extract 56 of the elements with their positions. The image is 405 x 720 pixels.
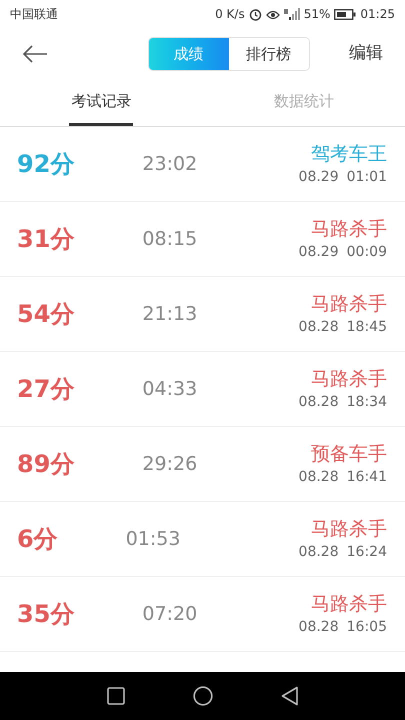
clock-time: 01:25 <box>360 6 395 23</box>
edit-button[interactable]: 编辑 <box>349 41 383 67</box>
duration: 07:20 <box>142 602 198 627</box>
score: 6分 <box>17 524 58 555</box>
eye-icon <box>266 8 280 20</box>
record-row[interactable]: 27分 04:33 马路杀手 08.28 18:34 <box>0 352 405 427</box>
record-row[interactable]: 89分 29:26 预备车手 08.28 16:41 <box>0 427 405 502</box>
record-date: 08.29 <box>298 168 339 186</box>
record-time: 16:41 <box>346 468 387 486</box>
alarm-icon <box>248 8 262 20</box>
back-arrow-icon[interactable] <box>22 45 48 63</box>
recent-apps-icon[interactable] <box>106 687 124 705</box>
rank-title: 驾考车王 <box>311 142 387 166</box>
record-date: 08.28 <box>298 542 339 562</box>
record-date: 08.28 <box>298 392 339 412</box>
battery-icon <box>334 8 356 20</box>
score: 31分 <box>17 224 74 255</box>
home-icon[interactable] <box>192 686 212 706</box>
signal-icon <box>284 8 300 20</box>
record-time: 01:01 <box>346 168 387 186</box>
battery-percent: 51% <box>304 6 330 23</box>
duration: 21:13 <box>142 302 198 327</box>
record-time: 16:05 <box>346 618 387 636</box>
rank-title: 马路杀手 <box>311 516 387 542</box>
record-row[interactable]: 6分 01:53 马路杀手 08.28 16:24 <box>0 502 405 577</box>
carrier-name: 中国联通 <box>10 6 58 23</box>
score: 35分 <box>17 599 74 630</box>
duration: 29:26 <box>142 452 198 477</box>
record-date: 08.28 <box>298 618 339 636</box>
record-row[interactable]: 31分 08:15 马路杀手 08.29 00:09 <box>0 202 405 277</box>
rank-title: 预备车手 <box>311 442 387 466</box>
record-date: 08.28 <box>298 468 339 486</box>
record-time: 18:34 <box>346 392 387 412</box>
duration: 23:02 <box>142 152 198 177</box>
record-row[interactable]: 35分 07:20 马路杀手 08.28 16:05 <box>0 577 405 652</box>
tab[interactable]: 考试记录 <box>69 80 134 126</box>
rank-title: 马路杀手 <box>311 592 387 616</box>
duration: 01:53 <box>126 526 180 552</box>
rank-title: 马路杀手 <box>311 292 387 316</box>
duration: 08:15 <box>142 226 198 252</box>
rank-title: 马路杀手 <box>311 216 387 242</box>
rank-title: 马路杀手 <box>311 366 387 392</box>
record-time: 00:09 <box>346 242 387 262</box>
record-time: 16:24 <box>346 542 387 562</box>
record-time: 18:45 <box>346 318 387 336</box>
score: 92分 <box>17 149 74 180</box>
score: 89分 <box>17 449 74 480</box>
record-date: 08.28 <box>298 318 339 336</box>
back-icon[interactable] <box>280 686 298 706</box>
duration: 04:33 <box>142 376 198 402</box>
score: 54分 <box>17 299 74 330</box>
network-speed: 0 K/s <box>215 6 245 23</box>
record-row[interactable]: 54分 21:13 马路杀手 08.28 18:45 <box>0 277 405 352</box>
score: 27分 <box>17 374 74 405</box>
record-date: 08.29 <box>298 242 339 262</box>
record-row[interactable]: 92分 23:02 驾考车王 08.29 01:01 <box>0 127 405 202</box>
